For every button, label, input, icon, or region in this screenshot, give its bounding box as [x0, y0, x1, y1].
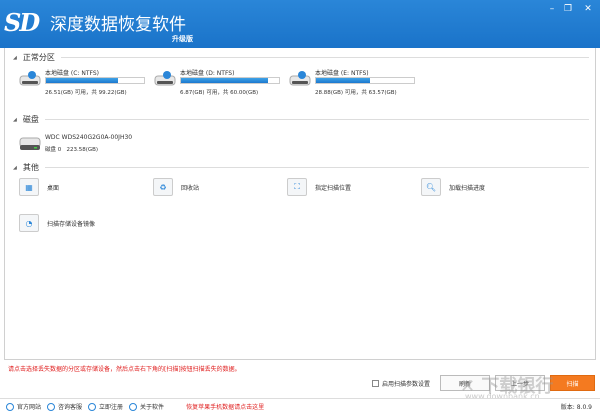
hint-text: 请点击选择丢失数据的分区或存储设备，然后点击右下角的[扫描]按钮扫描丢失的数据。	[8, 366, 241, 373]
edition-label: 升级版	[172, 35, 193, 43]
version-label: 版本: 8.0.9	[560, 404, 592, 411]
section-title: 磁盘	[22, 115, 39, 124]
usage-bar	[315, 77, 415, 84]
footer-link-label: 官方网站	[17, 404, 42, 411]
divider	[60, 57, 589, 58]
usage-fill	[181, 78, 268, 83]
partition-drive-icon	[19, 71, 41, 86]
other-item-label: 桌面	[47, 184, 60, 192]
other-item[interactable]: ♻ 回收站	[153, 178, 199, 196]
app-logo: SD	[4, 8, 40, 37]
other-item[interactable]: ◔ 扫描存储设备镜像	[19, 214, 95, 232]
checkbox-box[interactable]	[372, 380, 379, 387]
checkbox-label: 启用扫描参数设置	[382, 381, 431, 388]
desktop-icon: ▦	[19, 178, 39, 196]
partition-drive-icon	[154, 71, 176, 86]
recycle-bin-icon: ♻	[153, 178, 173, 196]
other-item[interactable]: ▦ 桌面	[19, 178, 59, 196]
title-bar: SD 深度数据恢复软件 升级版 – ❐ ✕	[0, 0, 600, 48]
collapse-icon[interactable]: ◢	[13, 117, 17, 123]
divider	[44, 119, 589, 120]
usage-bar	[45, 77, 145, 84]
footer-link-label: 关于软件	[140, 404, 165, 411]
footer-link-icon	[47, 402, 56, 411]
other-item-label: 回收站	[181, 184, 200, 192]
minimize-button[interactable]: –	[544, 4, 560, 14]
collapse-icon[interactable]: ◢	[13, 165, 17, 171]
partition-info: 6.87(GB) 可用，共 60.00(GB)	[180, 90, 259, 96]
advanced-settings-checkbox[interactable]: 启用扫描参数设置	[372, 379, 430, 388]
scan-button[interactable]: 扫描	[550, 375, 595, 391]
load-progress-icon: 🔍︎	[421, 178, 441, 196]
restore-button[interactable]: ❐	[560, 4, 576, 14]
other-item[interactable]: 🔍︎ 加载扫描进度	[421, 178, 485, 196]
back-button[interactable]: 上一步	[495, 375, 545, 391]
iphone-recovery-link[interactable]: 恢复苹果手机数据请点击这里	[186, 402, 264, 411]
footer-link[interactable]: 官方网站	[6, 402, 41, 411]
collapse-icon[interactable]: ◢	[13, 55, 17, 61]
section-disks[interactable]: ◢ 磁盘	[13, 114, 589, 125]
footer-link-icon	[129, 402, 138, 411]
footer-link-icon	[6, 402, 14, 411]
partition-name: 本地磁盘 (E: NTFS)	[315, 70, 369, 77]
footer-link-label: 咨询客服	[58, 404, 83, 411]
disk-size: 223.58(GB)	[66, 147, 99, 153]
other-item-label: 扫描存储设备镜像	[47, 220, 96, 228]
footer: 官方网站 咨询客服 立即注册 关于软件 恢复苹果手机数据请点击这里 版本: 8.0.9	[0, 398, 600, 414]
partition-name: 本地磁盘 (C: NTFS)	[45, 70, 100, 77]
refresh-button[interactable]: 刷新	[440, 375, 490, 391]
app-title: 深度数据恢复软件	[50, 15, 186, 35]
usage-fill	[46, 78, 118, 83]
disk-model: WDC WDS240G2G0A-00JH30	[45, 134, 133, 141]
other-item-label: 加载扫描进度	[449, 184, 486, 192]
partition-drive-icon	[289, 71, 311, 86]
usage-bar	[180, 77, 280, 84]
usage-fill	[316, 78, 370, 83]
close-button[interactable]: ✕	[580, 4, 596, 14]
footer-link[interactable]: 立即注册	[88, 402, 123, 411]
section-other[interactable]: ◢ 其他	[13, 162, 589, 173]
section-partitions[interactable]: ◢ 正常分区	[13, 52, 589, 63]
other-item-label: 指定扫描位置	[315, 184, 352, 192]
disk-image-icon: ◔	[19, 214, 39, 232]
partition-info: 28.88(GB) 可用，共 63.57(GB)	[315, 90, 397, 96]
partition-name: 本地磁盘 (D: NTFS)	[180, 70, 235, 77]
disk-info: 磁盘 0 223.58(GB)	[45, 145, 98, 153]
footer-link[interactable]: 咨询客服	[47, 402, 82, 411]
footer-link[interactable]: 关于软件	[129, 402, 164, 411]
disk-label: 磁盘 0	[45, 147, 62, 153]
section-title: 其他	[22, 163, 39, 172]
divider	[44, 167, 589, 168]
folder-scan-icon: ⛶	[287, 178, 307, 196]
other-item[interactable]: ⛶ 指定扫描位置	[287, 178, 351, 196]
partition-info: 26.51(GB) 可用，共 99.22(GB)	[45, 90, 127, 96]
footer-link-icon	[88, 402, 97, 411]
main-panel: ◢ 正常分区 本地磁盘 (C: NTFS) 26.51(GB) 可用，共 99.2…	[4, 48, 596, 360]
section-title: 正常分区	[22, 53, 55, 62]
hard-disk-icon	[19, 137, 41, 150]
footer-link-label: 立即注册	[99, 404, 124, 411]
